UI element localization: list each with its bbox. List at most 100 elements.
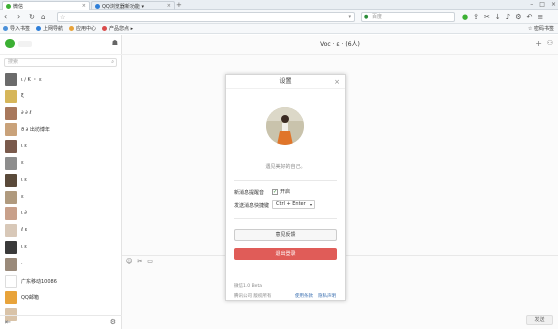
maximize-icon[interactable]: □ xyxy=(539,0,545,10)
tab-qq-browser[interactable]: QQ浏览器新功能 ▾ × xyxy=(91,1,175,10)
logout-button[interactable]: 退出登录 xyxy=(234,248,337,260)
bookmark-label: 导入书签 xyxy=(10,26,31,32)
close-window-icon[interactable]: × xyxy=(551,0,556,10)
minimize-icon[interactable]: – xyxy=(530,0,533,10)
search-placeholder: 搜索 xyxy=(8,59,19,65)
avatar xyxy=(266,107,304,145)
search-input[interactable]: ● 百度 xyxy=(361,12,455,22)
avatar xyxy=(5,207,17,221)
avatar xyxy=(5,224,17,238)
contact-item[interactable]: ε xyxy=(0,190,122,206)
contact-item[interactable]: QQ邮箱 xyxy=(0,290,122,306)
privacy-link[interactable]: 隐私声明 xyxy=(318,293,336,299)
send-shortcut-select[interactable]: Ctrl + Enter ▾ xyxy=(272,200,315,209)
contact-search-input[interactable]: 搜索 ⌕ xyxy=(4,58,117,67)
tab-wechat[interactable]: 微信 × xyxy=(2,1,90,10)
download-icon[interactable]: ↓ xyxy=(495,12,501,22)
contact-item[interactable]: · xyxy=(0,257,122,273)
avatar xyxy=(5,274,17,288)
contact-item[interactable]: ε xyxy=(0,156,122,172)
user-name-blurred xyxy=(18,41,32,47)
emoji-icon[interactable]: ☺ xyxy=(126,258,132,265)
contact-name: 广东移动10086 xyxy=(21,278,57,285)
dialog-title: 设置 xyxy=(226,75,345,89)
add-member-icon[interactable]: + xyxy=(535,39,542,48)
password-bookmark[interactable]: ☆ 密码书签 xyxy=(528,24,554,34)
wechat-logo-icon xyxy=(5,39,15,48)
logout-arrow-icon[interactable]: ⇤ xyxy=(5,318,11,326)
new-tab-button[interactable]: + xyxy=(176,1,182,9)
search-placeholder: 百度 xyxy=(372,14,383,20)
scissors-icon[interactable]: ✂ xyxy=(137,258,142,265)
back-icon[interactable]: ‹ xyxy=(4,12,7,22)
window-controls: – □ × xyxy=(530,0,556,10)
close-icon[interactable]: × xyxy=(334,76,340,88)
contact-item[interactable]: ∂ ∂ ℓ xyxy=(0,106,122,122)
avatar xyxy=(5,291,17,305)
avatar xyxy=(5,190,17,204)
star-icon[interactable]: ☆ xyxy=(60,13,65,22)
bookmarks-bar: 导入书签 上网导航 应用中心 产品您点 ▸ ☆ 密码书签 xyxy=(0,24,558,34)
folder-icon[interactable]: ▭ xyxy=(147,258,153,265)
contact-item[interactable]: ℓ ε xyxy=(0,223,122,239)
bookmark-label: 应用中心 xyxy=(76,26,97,32)
send-shortcut-label: 发送消息快捷键 xyxy=(234,203,270,209)
contact-item[interactable]: ι ε xyxy=(0,240,122,256)
apps-icon xyxy=(69,26,75,31)
contact-item[interactable]: ϑ ∂ 出坊博年 xyxy=(0,122,122,138)
terms-link[interactable]: 使用条款 xyxy=(295,293,313,299)
undo-icon[interactable]: ↶ xyxy=(526,12,532,22)
search-engine-icon: ● xyxy=(364,14,369,20)
avatar xyxy=(5,140,17,154)
refresh-icon[interactable]: ↻ xyxy=(29,12,35,22)
contact-name: ι ε xyxy=(21,143,27,150)
bookmark-apps[interactable]: 应用中心 xyxy=(69,25,96,32)
copyright-text: 腾讯公司 版权所有 xyxy=(234,294,272,299)
import-icon xyxy=(3,26,8,31)
version-text: 微信1.0 Beta xyxy=(234,284,262,289)
browser-nav-bar: ‹ › ↻ ⌂ ☆ ▾ ● 百度 ● ⇪ ✂ ↓ ♪ ⚙ ↶ ≡ xyxy=(0,10,558,24)
wechat-icon[interactable]: ● xyxy=(462,12,468,22)
chevron-down-icon[interactable]: ▾ xyxy=(348,13,351,22)
share-icon[interactable]: ⇪ xyxy=(473,12,479,22)
members-icon[interactable]: ⚇ xyxy=(547,39,553,47)
gear-icon[interactable]: ⚙ xyxy=(515,12,521,22)
contact-name: ι ε xyxy=(21,244,27,250)
contact-item[interactable]: ι ∕ K ・ ε xyxy=(0,72,122,88)
chat-bubble-icon[interactable]: ☗ xyxy=(112,39,118,47)
divider xyxy=(234,180,337,181)
sound-icon[interactable]: ♪ xyxy=(506,12,510,22)
contact-item[interactable]: ι ∂ xyxy=(0,206,122,222)
home-icon[interactable]: ⌂ xyxy=(41,12,45,22)
chat-title: Voc · ε · (6人) xyxy=(122,35,558,55)
avatar xyxy=(5,241,17,254)
feedback-button[interactable]: 意见反馈 xyxy=(234,229,337,241)
close-tab-icon[interactable]: × xyxy=(167,3,171,9)
close-tab-icon[interactable]: × xyxy=(82,3,86,9)
notify-sound-label: 新消息提醒音 xyxy=(234,190,265,196)
notify-sound-checkbox[interactable]: ✓ 开启 xyxy=(272,188,290,195)
avatar xyxy=(5,89,17,103)
contact-name: ι ε xyxy=(21,176,27,183)
forward-icon[interactable]: › xyxy=(17,12,20,22)
contact-name: ℓ ε xyxy=(21,227,28,234)
bookmark-label: 产品您点 ▸ xyxy=(109,26,134,32)
gear-icon[interactable]: ⚙ xyxy=(110,318,116,326)
menu-icon[interactable]: ≡ xyxy=(537,12,543,22)
avatar xyxy=(5,106,17,120)
avatar xyxy=(5,173,17,187)
contact-item[interactable]: 广东移动10086 xyxy=(0,274,122,290)
contact-item[interactable]: ι ε xyxy=(0,139,122,155)
contact-item[interactable]: ι ε xyxy=(0,173,122,189)
send-button[interactable]: 发送 xyxy=(526,315,553,325)
qq-browser-tab-icon xyxy=(95,3,100,9)
bookmark-products[interactable]: 产品您点 ▸ xyxy=(102,25,133,32)
bookmark-nav[interactable]: 上网导航 xyxy=(36,25,63,32)
address-bar[interactable]: ☆ ▾ xyxy=(57,12,355,22)
select-value: Ctrl + Enter xyxy=(276,201,306,207)
checkmark-icon[interactable]: ✓ xyxy=(272,188,278,195)
screenshot-icon[interactable]: ✂ xyxy=(484,12,490,22)
bookmark-import[interactable]: 导入书签 xyxy=(3,25,30,32)
contact-item[interactable]: ξ xyxy=(0,89,122,105)
tab-label: QQ浏览器新功能 ▾ xyxy=(102,3,144,10)
